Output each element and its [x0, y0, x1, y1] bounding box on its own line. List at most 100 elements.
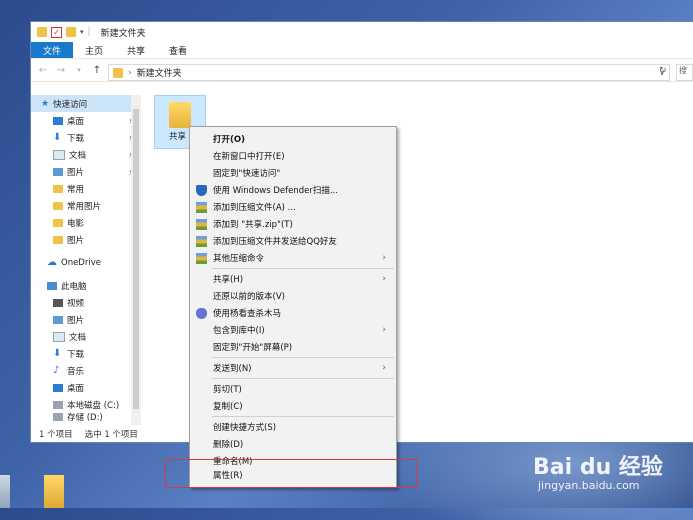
menu-item-create-shortcut[interactable]: 创建快捷方式(S) — [190, 419, 396, 435]
menu-item-label: 固定到"开始"屏幕(P) — [213, 343, 293, 353]
menu-separator — [212, 378, 394, 379]
tab-view[interactable]: 查看 — [157, 42, 199, 58]
menu-item-copy[interactable]: 复制(C) — [190, 398, 396, 414]
back-arrow-icon[interactable]: ← — [37, 65, 49, 76]
sidebar-item-drive-d[interactable]: 存储 (D:) — [31, 413, 141, 421]
pictures-icon — [53, 167, 63, 176]
menu-item-open[interactable]: 打开(O) — [190, 131, 396, 147]
sidebar-item-music[interactable]: ♪ 音乐 — [31, 362, 141, 379]
sidebar-item-label: 常用图片 — [67, 201, 102, 212]
watermark-url: jingyan.baidu.com — [538, 479, 640, 492]
pictures-icon — [53, 315, 63, 324]
sidebar-item-videos[interactable]: 视频 — [31, 294, 141, 311]
menu-item-share[interactable]: 共享(H) › — [190, 271, 396, 287]
refresh-icon[interactable]: ↻ — [659, 66, 667, 76]
menu-separator — [212, 357, 394, 358]
menu-item-other-compress[interactable]: 其他压缩命令 › — [190, 250, 396, 266]
defender-icon — [196, 184, 207, 196]
chevron-right-icon: › — [382, 325, 386, 335]
winrar-icon — [196, 252, 207, 264]
watermark-logo: Bai du 经验 — [533, 455, 663, 480]
menu-item-add-to-archive[interactable]: 添加到压缩文件(A) ... — [190, 199, 396, 215]
sidebar-item-onedrive[interactable]: ☁ OneDrive — [31, 254, 141, 271]
menu-item-label: 包含到库中(I) — [213, 326, 265, 336]
sidebar-item-label: 音乐 — [67, 366, 85, 377]
menu-item-defender-scan[interactable]: 使用 Windows Defender扫描... — [190, 182, 396, 198]
quick-access-dropdown-icon[interactable]: ▾ — [80, 28, 84, 36]
menu-item-label: 使用杨看查杀木马 — [213, 309, 282, 319]
sidebar-item-label: 视频 — [67, 298, 85, 309]
breadcrumb-current[interactable]: 新建文件夹 — [137, 66, 182, 79]
sidebar-item-label: 电影 — [67, 218, 85, 229]
search-input[interactable]: 搜 — [676, 64, 693, 81]
recent-dropdown-icon[interactable]: ▾ — [73, 66, 85, 74]
sidebar-item-pc-downloads[interactable]: ⬇ 下载 — [31, 345, 141, 362]
menu-item-include-library[interactable]: 包含到库中(I) › — [190, 322, 396, 338]
sidebar-item-common-pictures[interactable]: 常用图片 — [31, 197, 141, 214]
scrollbar-thumb[interactable] — [133, 109, 139, 409]
sidebar-item-pc-pictures[interactable]: 图片 — [31, 311, 141, 328]
sidebar-scrollbar[interactable] — [131, 95, 141, 425]
menu-item-open-new-window[interactable]: 在新窗口中打开(E) — [190, 148, 396, 164]
address-bar[interactable]: › 新建文件夹 ∨ — [108, 64, 670, 81]
tab-home[interactable]: 主页 — [73, 42, 115, 58]
document-icon — [53, 149, 65, 160]
chevron-right-icon: › — [382, 274, 386, 284]
menu-item-archive-send-qq[interactable]: 添加到压缩文件并发送给QQ好友 — [190, 233, 396, 249]
window-title: 新建文件夹 — [100, 28, 146, 39]
sidebar-item-label: 文档 — [69, 332, 87, 343]
sidebar-item-drive-c[interactable]: 本地磁盘 (C:) — [31, 396, 141, 413]
desktop-icon — [53, 116, 63, 125]
star-icon: ★ — [41, 98, 50, 109]
folder-icon — [53, 184, 63, 193]
menu-item-add-to-zip[interactable]: 添加到 "共享.zip"(T) — [190, 216, 396, 232]
ribbon-tabs: 文件 主页 共享 查看 — [31, 42, 693, 58]
new-folder-icon[interactable] — [66, 27, 76, 37]
baidu-jingyan-watermark: Bai du 经验 jingyan.baidu.com — [533, 449, 663, 492]
menu-item-restore-versions[interactable]: 还原以前的版本(V) — [190, 288, 396, 304]
winrar-icon — [196, 201, 207, 213]
download-icon: ⬇ — [53, 132, 62, 143]
sidebar-item-desktop[interactable]: 桌面 📌 — [31, 112, 141, 129]
menu-separator — [212, 416, 394, 417]
title-separator: | — [87, 27, 91, 37]
context-menu: 打开(O) 在新窗口中打开(E) 固定到"快速访问" 使用 Windows De… — [189, 126, 397, 488]
menu-item-delete[interactable]: 删除(D) — [190, 436, 396, 452]
sidebar-item-pc-desktop[interactable]: 桌面 — [31, 379, 141, 396]
menu-item-label: 创建快捷方式(S) — [213, 423, 277, 433]
tab-file[interactable]: 文件 — [31, 42, 74, 58]
sidebar-item-label: 文档 — [69, 150, 87, 161]
tab-share[interactable]: 共享 — [115, 42, 157, 58]
folder-icon — [169, 102, 191, 128]
menu-item-label: 剪切(T) — [213, 385, 242, 395]
sidebar-item-label: 图片 — [67, 235, 85, 246]
taskbar-app-icon[interactable] — [0, 475, 10, 508]
menu-item-pin-start[interactable]: 固定到"开始"屏幕(P) — [190, 339, 396, 355]
up-arrow-icon[interactable]: ↑ — [91, 65, 103, 76]
sidebar-item-downloads[interactable]: ⬇ 下载 📌 — [31, 129, 141, 146]
sidebar-item-label: 此电脑 — [61, 281, 87, 292]
sidebar-item-label: 常用 — [67, 184, 85, 195]
menu-item-pin-quick-access[interactable]: 固定到"快速访问" — [190, 165, 396, 181]
forward-arrow-icon[interactable]: → — [55, 65, 67, 76]
sidebar-item-this-pc[interactable]: 此电脑 — [31, 277, 141, 294]
sidebar-item-movies[interactable]: 电影 — [31, 214, 141, 231]
sidebar-item-documents[interactable]: 文档 📌 — [31, 146, 141, 163]
sidebar-item-pictures-folder[interactable]: 图片 — [31, 231, 141, 248]
sidebar-item-label: 存储 (D:) — [67, 413, 103, 421]
properties-icon[interactable]: ✓ — [51, 26, 62, 38]
sidebar-item-common[interactable]: 常用 — [31, 180, 141, 197]
folder-icon — [53, 201, 63, 210]
menu-item-send-to[interactable]: 发送到(N) › — [190, 360, 396, 376]
menu-item-label: 在新窗口中打开(E) — [213, 152, 285, 162]
file-explorer-taskbar-icon[interactable] — [44, 475, 64, 508]
menu-item-trojan-scan[interactable]: 使用杨看查杀木马 — [190, 305, 396, 321]
sidebar-item-pc-documents[interactable]: 文档 — [31, 328, 141, 345]
sidebar-item-quick-access[interactable]: ★ 快速访问 — [31, 95, 141, 112]
menu-item-cut[interactable]: 剪切(T) — [190, 381, 396, 397]
drive-icon — [53, 413, 63, 421]
menu-separator — [212, 268, 394, 269]
sidebar-item-pictures[interactable]: 图片 📌 — [31, 163, 141, 180]
navigation-pane: ★ 快速访问 桌面 📌 ⬇ 下载 📌 文档 📌 图片 📌 常用 — [31, 95, 141, 425]
sidebar-item-label: 桌面 — [67, 383, 85, 394]
